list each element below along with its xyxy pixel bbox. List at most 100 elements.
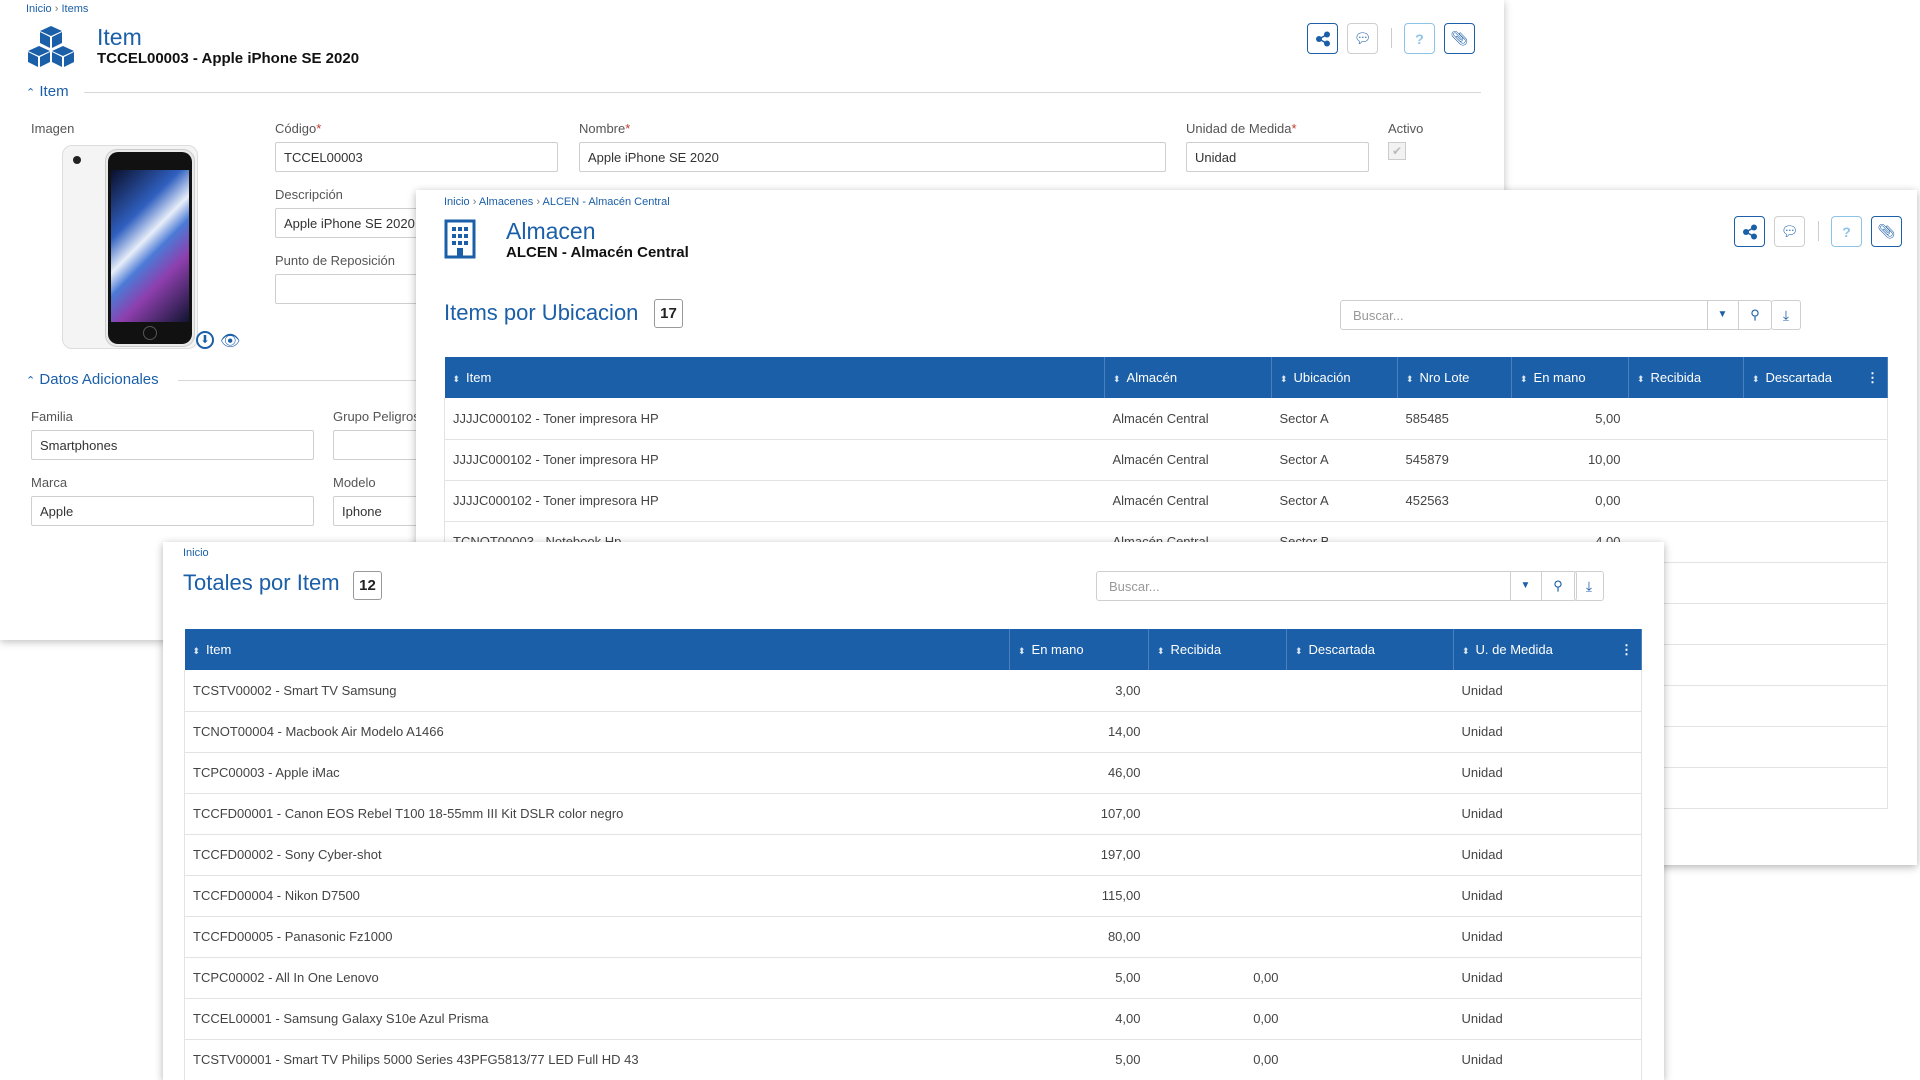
breadcrumb-almacen[interactable]: ALCEN - Almacén Central [542, 196, 669, 208]
column-menu-icon[interactable]: ⋮ [1620, 642, 1633, 658]
table-row[interactable]: JJJJC000102 - Toner impresora HP Almacén… [444, 398, 1888, 440]
share-icon [1315, 31, 1330, 46]
section-divider [178, 380, 418, 381]
breadcrumb-items[interactable]: Items [61, 3, 88, 15]
section-item-header[interactable]: ⌃ Item [26, 83, 69, 100]
column-header-descartada[interactable]: ⬍ Descartada [1286, 629, 1454, 670]
comment-button[interactable]: 💬︎ [1774, 216, 1805, 247]
column-header-en-mano[interactable]: ⬍ En mano [1009, 629, 1149, 670]
activo-checkbox[interactable]: ✔ [1388, 142, 1406, 160]
table-row[interactable]: JJJJC000102 - Toner impresora HP Almacén… [444, 480, 1888, 522]
view-image-button[interactable]: 👁︎ [220, 331, 240, 351]
share-button[interactable] [1307, 23, 1338, 54]
familia-field[interactable]: Smartphones [31, 430, 314, 460]
column-header-en-mano[interactable]: ⬍ En mano [1511, 357, 1629, 398]
search-dropdown-button[interactable]: ▼ [1510, 572, 1540, 600]
help-button[interactable]: ? [1831, 216, 1862, 247]
attachment-button[interactable]: 📎︎ [1871, 216, 1902, 247]
table-row[interactable]: TCSTV00002 - Smart TV Samsung 3,00 Unidad [184, 670, 1642, 712]
table-row[interactable]: TCSTV00001 - Smart TV Philips 5000 Serie… [184, 1039, 1642, 1080]
column-menu-icon[interactable]: ⋮ [1866, 370, 1879, 386]
column-header-recibida[interactable]: ⬍ Recibida [1628, 357, 1744, 398]
codigo-label: Código* [275, 121, 322, 136]
punto-reposicion-label: Punto de Reposición [275, 253, 395, 268]
cell-descartada [1743, 439, 1888, 481]
table-row[interactable]: TCNOT00004 - Macbook Air Modelo A1466 14,… [184, 711, 1642, 753]
cell-ubicacion: Sector A [1271, 398, 1398, 440]
section-adicionales-header[interactable]: ⌃ Datos Adicionales [26, 371, 159, 388]
cell-en-mano: 5,00 [1511, 398, 1629, 440]
search-button[interactable]: ⚲ [1541, 572, 1574, 600]
table-row[interactable]: TCCFD00004 - Nikon D7500 115,00 Unidad [184, 875, 1642, 917]
marca-field[interactable]: Apple [31, 496, 314, 526]
column-header-descartada[interactable]: ⬍ Descartada ⋮ [1743, 357, 1888, 398]
table-row[interactable]: TCCFD00005 - Panasonic Fz1000 80,00 Unidad [184, 916, 1642, 958]
cell-item: JJJJC000102 - Toner impresora HP [444, 439, 1105, 481]
breadcrumb-inicio[interactable]: Inicio [183, 547, 209, 559]
cell-descartada [1286, 670, 1454, 712]
cell-recibida [1628, 398, 1744, 440]
column-header-ubicacion[interactable]: ⬍ Ubicación [1271, 357, 1398, 398]
table-row[interactable]: TCPC00003 - Apple iMac 46,00 Unidad [184, 752, 1642, 794]
unidad-field[interactable]: Unidad [1186, 142, 1369, 172]
caret-down-icon: ▼ [1717, 309, 1728, 320]
column-header-item[interactable]: ⬍ Item [184, 629, 1010, 670]
search-dropdown-button[interactable]: ▼ [1707, 301, 1737, 329]
list-title: Items por Ubicacion [444, 300, 639, 325]
search-box: Buscar... ▼ ⚲ [1096, 571, 1577, 601]
chevron-up-icon: ⌃ [26, 375, 36, 387]
descripcion-field[interactable]: Apple iPhone SE 2020 [275, 208, 435, 238]
attachment-icon: 📎︎ [1450, 30, 1469, 46]
cell-item: TCPC00003 - Apple iMac [184, 752, 1010, 794]
unidad-label: Unidad de Medida* [1186, 121, 1297, 136]
cell-item: TCCFD00005 - Panasonic Fz1000 [184, 916, 1010, 958]
cell-descartada [1286, 711, 1454, 753]
attachment-button[interactable]: 📎︎ [1444, 23, 1475, 54]
cell-almacen: Almacén Central [1104, 439, 1272, 481]
table-row[interactable]: JJJJC000102 - Toner impresora HP Almacén… [444, 439, 1888, 481]
column-header-item[interactable]: ⬍ Item [444, 357, 1105, 398]
cell-item: TCSTV00002 - Smart TV Samsung [184, 670, 1010, 712]
cell-recibida [1628, 480, 1744, 522]
imagen-label: Imagen [31, 121, 75, 136]
punto-reposicion-field[interactable] [275, 274, 435, 304]
help-button[interactable]: ? [1404, 23, 1435, 54]
cell-unidad: Unidad [1453, 834, 1642, 876]
download-image-button[interactable]: ⬇︎ [196, 331, 214, 349]
breadcrumb-inicio[interactable]: Inicio [26, 3, 52, 15]
column-header-recibida[interactable]: ⬍ Recibida [1148, 629, 1287, 670]
table-row[interactable]: TCCFD00002 - Sony Cyber-shot 197,00 Unidad [184, 834, 1642, 876]
cell-unidad: Unidad [1453, 1039, 1642, 1080]
breadcrumb-inicio[interactable]: Inicio [444, 196, 470, 208]
cell-unidad: Unidad [1453, 670, 1642, 712]
nombre-field[interactable]: Apple iPhone SE 2020 [579, 142, 1166, 172]
search-button[interactable]: ⚲ [1738, 301, 1771, 329]
cell-nro-lote: 452563 [1397, 480, 1512, 522]
download-icon: ⤓ [1782, 307, 1790, 323]
cell-nro-lote: 545879 [1397, 439, 1512, 481]
page-title: Almacen [506, 218, 596, 244]
search-placeholder[interactable]: Buscar... [1109, 579, 1160, 594]
cell-descartada [1286, 834, 1454, 876]
table-row[interactable]: TCPC00002 - All In One Lenovo 5,00 0,00 Uni… [184, 957, 1642, 999]
cell-en-mano: 10,00 [1511, 439, 1629, 481]
page-title: Item [97, 24, 142, 50]
table-row[interactable]: TCCFD00001 - Canon EOS Rebel T100 18-55m… [184, 793, 1642, 835]
column-header-unidad-medida[interactable]: ⬍ U. de Medida ⋮ [1453, 629, 1642, 670]
download-button[interactable]: ⤓ [1771, 300, 1801, 330]
breadcrumb-almacenes[interactable]: Almacenes [479, 196, 533, 208]
column-header-nro-lote[interactable]: ⬍ Nro Lote [1397, 357, 1512, 398]
cell-item: JJJJC000102 - Toner impresora HP [444, 480, 1105, 522]
cell-unidad: Unidad [1453, 957, 1642, 999]
comment-button[interactable]: 💬︎ [1347, 23, 1378, 54]
codigo-field[interactable]: TCCEL00003 [275, 142, 558, 172]
column-header-almacen[interactable]: ⬍ Almacén [1104, 357, 1272, 398]
download-button[interactable]: ⤓ [1574, 571, 1604, 601]
totales-por-item-table: ⬍ Item ⬍ En mano ⬍ Recibida ⬍ Descartada ⬍ U.… [184, 629, 1642, 1080]
cell-item: TCCFD00004 - Nikon D7500 [184, 875, 1010, 917]
share-button[interactable] [1734, 216, 1765, 247]
cell-recibida [1148, 916, 1287, 958]
cell-en-mano: 5,00 [1009, 957, 1149, 999]
table-row[interactable]: TCCEL00001 - Samsung Galaxy S10e Azul Pr… [184, 998, 1642, 1040]
search-placeholder[interactable]: Buscar... [1353, 308, 1404, 323]
